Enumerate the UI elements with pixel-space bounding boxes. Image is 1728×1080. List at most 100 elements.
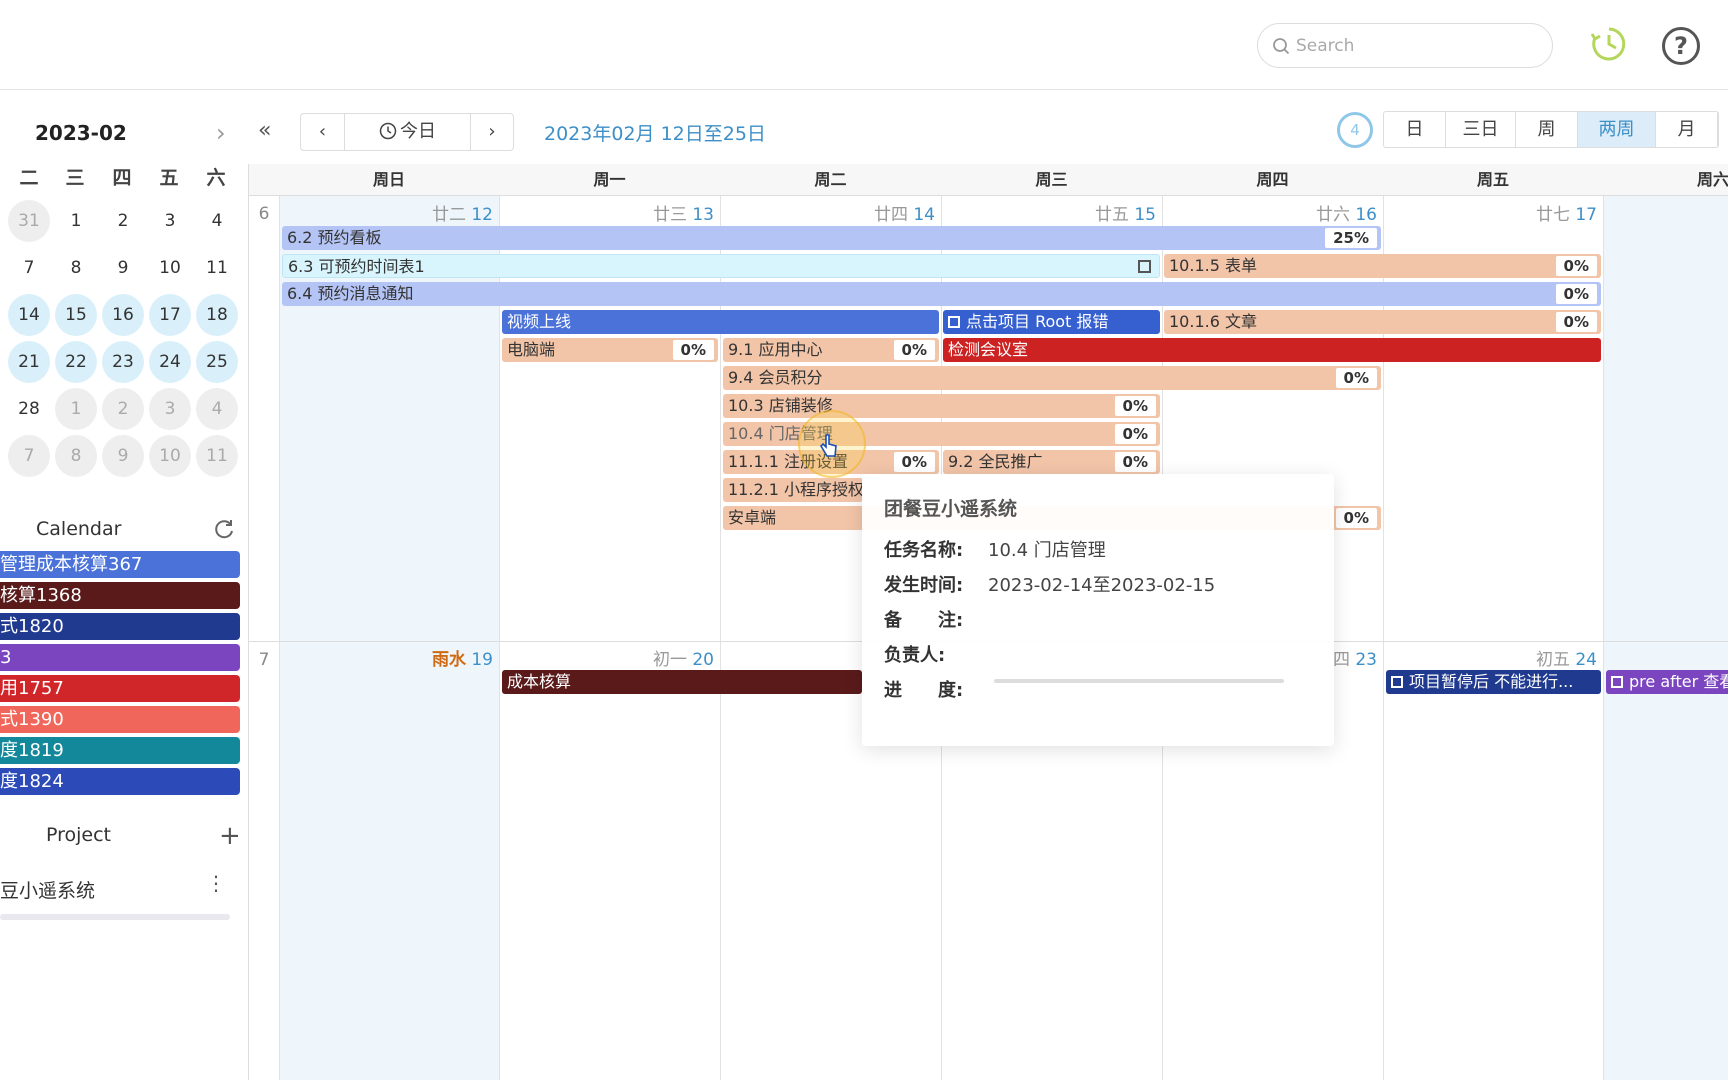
event-bar[interactable]: 6.2 预约看板 25% [282, 226, 1381, 250]
mini-day-selected[interactable]: 24 [149, 341, 191, 383]
event-bar[interactable]: 6.3 可预约时间表1 [282, 254, 1160, 278]
mini-day[interactable]: 9 [102, 247, 144, 289]
mini-day[interactable]: 1 [55, 388, 97, 430]
mini-day[interactable]: 31 [8, 200, 50, 242]
event-bar[interactable]: 成本核算 [502, 670, 862, 694]
mini-day[interactable]: 11 [196, 435, 238, 477]
mini-day-selected[interactable]: 23 [102, 341, 144, 383]
mini-day[interactable]: 7 [8, 247, 50, 289]
mini-day[interactable]: 3 [149, 200, 191, 242]
search-box[interactable]: Search [1257, 23, 1553, 68]
mini-day-selected[interactable]: 25 [196, 341, 238, 383]
event-bar[interactable]: 10.1.6 文章 0% [1164, 310, 1601, 334]
mini-day-selected[interactable]: 17 [149, 294, 191, 336]
event-label: 点击项目 Root 报错 [966, 312, 1109, 331]
weekday-fri: 五 [159, 167, 179, 189]
mini-day-selected[interactable]: 16 [102, 294, 144, 336]
more-icon[interactable]: ⋮ [206, 871, 226, 895]
mini-day[interactable]: 3 [149, 388, 191, 430]
view-3day-tab[interactable]: 三日 [1446, 112, 1516, 147]
date-label-12[interactable]: 廿二 12 [279, 200, 493, 225]
event-bar[interactable]: 10.1.5 表单 0% [1164, 254, 1601, 278]
event-bar[interactable]: 6.4 预约消息通知 0% [282, 282, 1601, 306]
event-bar[interactable]: 10.4 门店管理 0% [723, 422, 1160, 446]
calendar-item[interactable]: 3 [0, 644, 240, 671]
prev-period-button[interactable]: ‹ [301, 114, 345, 150]
tooltip-title: 团餐豆小遥系统 [884, 498, 1018, 520]
mini-day[interactable]: 8 [55, 247, 97, 289]
view-month-tab[interactable]: 月 [1656, 112, 1718, 147]
help-icon[interactable]: ? [1662, 27, 1700, 65]
mini-calendar-title: 2023-02 [35, 121, 127, 145]
calendar-item[interactable]: 式1390 [0, 706, 240, 733]
mini-day[interactable]: 2 [102, 200, 144, 242]
checkbox-icon[interactable] [1138, 260, 1151, 273]
calendar-item[interactable]: 度1824 [0, 768, 240, 795]
mini-day[interactable]: 1 [55, 200, 97, 242]
clock-icon[interactable] [1590, 25, 1628, 63]
event-bar[interactable]: 检测会议室 [943, 338, 1601, 362]
date-label-20[interactable]: 初一 20 [499, 645, 714, 670]
today-button[interactable]: 今日 [345, 114, 471, 150]
calendar-item[interactable]: 度1819 [0, 737, 240, 764]
date-label-16[interactable]: 廿六 16 [1162, 200, 1377, 225]
next-period-button[interactable]: › [471, 114, 513, 150]
checkbox-icon[interactable] [1611, 676, 1623, 688]
mini-day[interactable]: 2 [102, 388, 144, 430]
mini-day[interactable]: 10 [149, 247, 191, 289]
mini-day-selected[interactable]: 15 [55, 294, 97, 336]
event-bar[interactable]: 电脑端 0% [502, 338, 718, 362]
mini-day[interactable]: 11 [196, 247, 238, 289]
mini-day[interactable]: 4 [196, 388, 238, 430]
refresh-icon[interactable] [213, 518, 235, 540]
checkbox-icon[interactable] [1391, 676, 1403, 688]
date-label-14[interactable]: 廿四 14 [720, 200, 935, 225]
day-header-thu: 周四 [1162, 164, 1383, 196]
event-bar[interactable]: 9.2 全民推广 0% [943, 450, 1160, 474]
mini-day-selected[interactable]: 14 [8, 294, 50, 336]
checkbox-icon[interactable] [948, 316, 960, 328]
event-bar[interactable]: 视频上线 [502, 310, 939, 334]
date-label-15[interactable]: 廿五 15 [941, 200, 1156, 225]
event-bar[interactable]: 10.3 店铺装修 0% [723, 394, 1160, 418]
event-bar[interactable]: pre after 查看 [1606, 670, 1728, 694]
event-label: pre after 查看 [1629, 672, 1728, 691]
calendar-item[interactable]: 式1820 [0, 613, 240, 640]
mini-day-selected[interactable]: 22 [55, 341, 97, 383]
mini-calendar-next-button[interactable]: › [216, 119, 226, 147]
collapse-sidebar-button[interactable]: « [258, 118, 271, 143]
view-week-tab[interactable]: 周 [1516, 112, 1578, 147]
day-number: 20 [692, 650, 714, 670]
event-bar[interactable]: 点击项目 Root 报错 [943, 310, 1160, 334]
add-project-button[interactable]: + [219, 821, 241, 851]
mini-day-selected[interactable]: 21 [8, 341, 50, 383]
mini-day[interactable]: 9 [102, 435, 144, 477]
event-bar[interactable]: 11.2.1 小程序授权 [723, 478, 863, 502]
date-label-13[interactable]: 廿三 13 [499, 200, 714, 225]
day-number: 23 [1355, 650, 1377, 670]
day-header-sat: 周六 [1603, 164, 1728, 196]
mini-day[interactable]: 7 [8, 435, 50, 477]
event-label: 6.4 预约消息通知 [287, 284, 414, 303]
date-label-24[interactable]: 初五 24 [1383, 645, 1597, 670]
calendar-item[interactable]: 用1757 [0, 675, 240, 702]
event-bar[interactable]: 9.4 会员积分 0% [723, 366, 1381, 390]
weekday-sat: 六 [206, 167, 226, 189]
event-bar[interactable]: 9.1 应用中心 0% [723, 338, 939, 362]
mini-day[interactable]: 28 [8, 388, 50, 430]
calendar-item[interactable]: 管理成本核算367 [0, 551, 240, 578]
mini-day[interactable]: 4 [196, 200, 238, 242]
mini-day[interactable]: 8 [55, 435, 97, 477]
date-label-19[interactable]: 雨水 19 [279, 645, 493, 670]
event-label: 9.1 应用中心 [728, 340, 823, 359]
project-item[interactable]: 豆小遥系统 [0, 876, 95, 903]
event-bar[interactable]: 项目暂停后 不能进行... [1386, 670, 1601, 694]
view-day-tab[interactable]: 日 [1384, 112, 1446, 147]
mini-day-selected[interactable]: 18 [196, 294, 238, 336]
calendar-item[interactable]: 核算1368 [0, 582, 240, 609]
view-2week-tab[interactable]: 两周 [1578, 112, 1656, 147]
mini-day[interactable]: 10 [149, 435, 191, 477]
event-progress: 0% [1114, 424, 1156, 444]
date-range-label: 2023年02月 12日至25日 [544, 123, 766, 145]
date-label-17[interactable]: 廿七 17 [1383, 200, 1597, 225]
